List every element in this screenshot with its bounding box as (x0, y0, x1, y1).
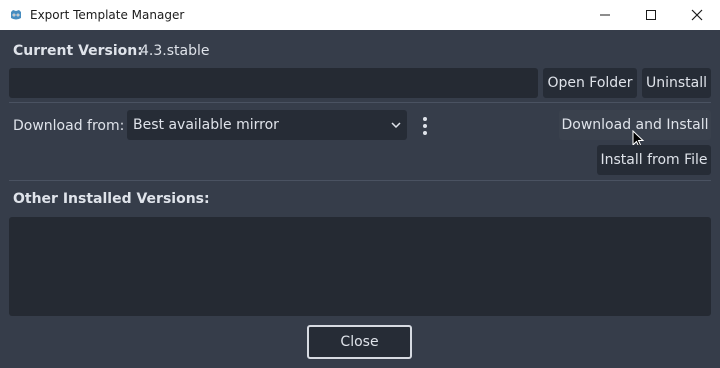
open-folder-button[interactable]: Open Folder (543, 68, 637, 98)
uninstall-button[interactable]: Uninstall (642, 68, 711, 98)
more-options-button[interactable] (418, 115, 432, 137)
close-button[interactable]: Close (307, 325, 412, 359)
current-version-value: 4.3.stable (140, 43, 210, 59)
kebab-menu-icon (423, 117, 427, 135)
close-window-button[interactable] (674, 0, 720, 30)
godot-logo-icon (11, 10, 21, 20)
minimize-icon (600, 14, 610, 16)
installed-versions-list[interactable] (9, 217, 711, 316)
current-version-label: Current Version: (13, 43, 143, 59)
dialog-content: Current Version: 4.3.stable Open Folder … (0, 30, 720, 368)
other-versions-label: Other Installed Versions: (13, 191, 210, 207)
maximize-icon (646, 10, 656, 20)
maximize-button[interactable] (628, 0, 674, 30)
divider (9, 102, 711, 103)
minimize-button[interactable] (582, 0, 628, 30)
close-icon (691, 9, 703, 21)
title-bar: Export Template Manager (0, 0, 720, 30)
chevron-down-icon (391, 122, 401, 129)
download-from-label: Download from: (13, 118, 125, 134)
divider (9, 180, 711, 181)
mirror-select[interactable]: Best available mirror (127, 110, 407, 140)
mirror-select-value: Best available mirror (133, 117, 279, 133)
install-from-file-button[interactable]: Install from File (597, 145, 711, 175)
template-path-field (9, 68, 538, 98)
window-title: Export Template Manager (30, 8, 185, 22)
